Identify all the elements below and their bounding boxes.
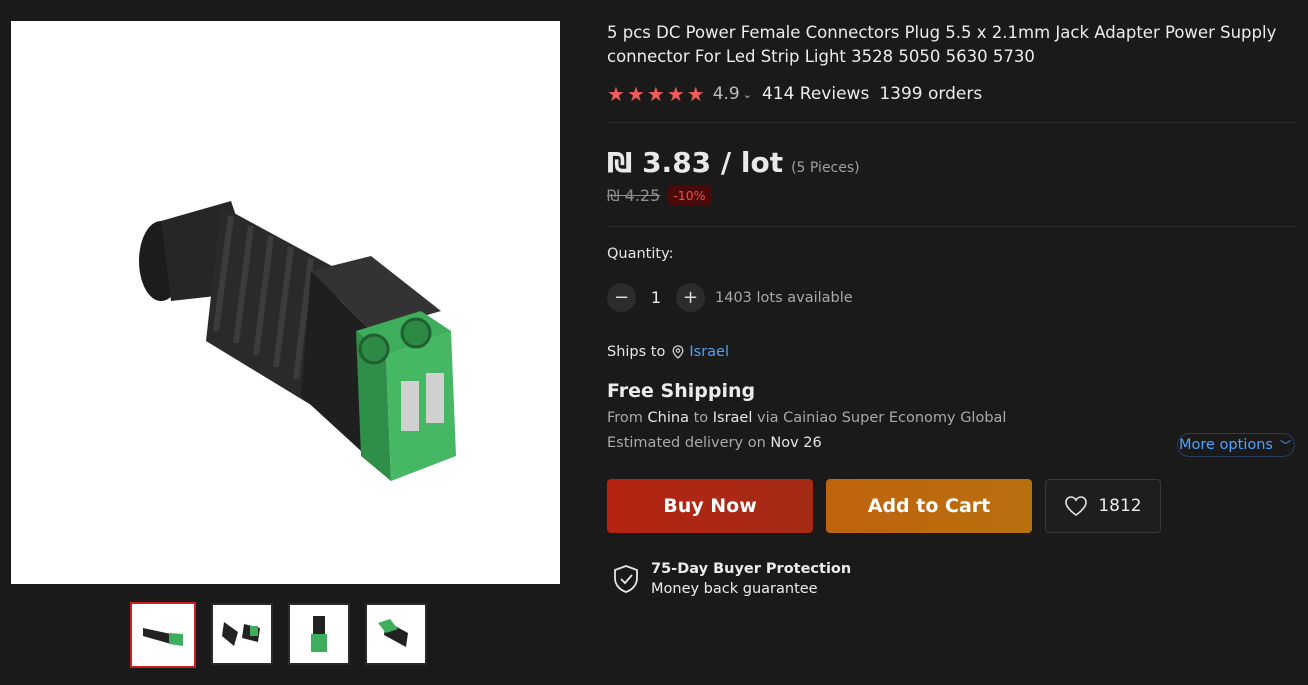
star-icon: ★ <box>626 82 645 106</box>
connector-angle-thumb-icon <box>378 619 408 647</box>
add-to-cart-button[interactable]: Add to Cart <box>826 479 1032 533</box>
route-to-country: Israel <box>712 410 753 426</box>
current-price: ₪ 3.83 / lot <box>607 146 784 179</box>
quantity-value[interactable]: 1 <box>636 288 676 307</box>
divider <box>607 122 1297 123</box>
rating-value[interactable]: 4.9 <box>713 84 740 104</box>
rating-stars: ★ ★ ★ ★ ★ <box>607 84 705 104</box>
original-price-row: ₪ 4.25 -10% <box>607 186 711 205</box>
shipping-title: Free Shipping <box>607 380 756 402</box>
more-options-label: More options <box>1179 437 1273 453</box>
thumbnail-strip <box>130 602 427 668</box>
discount-badge: -10% <box>668 186 711 205</box>
heart-icon <box>1065 496 1088 516</box>
location-pin-icon <box>672 345 684 359</box>
divider <box>607 226 1297 227</box>
eta-prefix: Estimated delivery on <box>607 435 771 451</box>
connector-pair-thumb-icon <box>222 622 260 646</box>
star-icon: ★ <box>607 82 625 106</box>
protection-subtitle: Money back guarantee <box>651 581 818 597</box>
quantity-stepper: − 1 + 1403 lots available <box>607 283 853 312</box>
price-note: (5 Pieces) <box>791 160 860 176</box>
quantity-label: Quantity: <box>607 246 674 262</box>
buy-now-button[interactable]: Buy Now <box>607 479 813 533</box>
connector-front-thumb-icon <box>311 616 327 652</box>
star-icon: ★ <box>646 82 665 106</box>
available-count: 1403 lots available <box>715 289 853 306</box>
orders-count: 1399 orders <box>879 84 983 104</box>
route-from-prefix: From <box>607 410 648 426</box>
dc-connector-image <box>139 201 456 481</box>
star-icon: ★ <box>666 82 685 106</box>
thumbnail-1[interactable] <box>130 602 196 668</box>
thumbnail-4[interactable] <box>365 603 427 665</box>
route-carrier: via Cainiao Super Economy Global <box>752 410 1007 426</box>
route-from-country: China <box>647 410 689 426</box>
protection-title: 75-Day Buyer Protection <box>651 561 852 577</box>
shield-check-icon <box>614 565 638 593</box>
price-row: ₪ 3.83 / lot (5 Pieces) <box>607 146 860 179</box>
chevron-down-icon[interactable]: ⌄ <box>743 88 752 101</box>
shipping-route: From China to Israel via Cainiao Super E… <box>607 410 1006 426</box>
main-product-image[interactable] <box>11 21 560 584</box>
more-options-button[interactable]: More options ﹀ <box>1177 433 1295 457</box>
product-title: 5 pcs DC Power Female Connectors Plug 5.… <box>607 23 1277 66</box>
star-icon: ★ <box>686 82 705 106</box>
plus-icon[interactable]: + <box>676 283 705 312</box>
ships-to-label: Ships to <box>607 344 666 360</box>
estimated-delivery: Estimated delivery on Nov 26 <box>607 435 822 451</box>
minus-icon[interactable]: − <box>607 283 636 312</box>
ship-country-link[interactable]: Israel <box>689 344 729 360</box>
reviews-link[interactable]: 414 Reviews <box>762 84 869 104</box>
original-price: ₪ 4.25 <box>607 186 661 205</box>
route-to-word: to <box>688 410 713 426</box>
wishlist-count: 1812 <box>1098 496 1142 516</box>
eta-date: Nov 26 <box>770 435 822 451</box>
chevron-down-icon: ﹀ <box>1279 439 1291 452</box>
ships-to-row: Ships to Israel <box>607 344 729 360</box>
thumbnail-2[interactable] <box>211 603 273 665</box>
buyer-protection[interactable]: 75-Day Buyer Protection Money back guara… <box>613 559 851 599</box>
connector-thumb-icon <box>143 628 183 646</box>
protection-text: 75-Day Buyer Protection Money back guara… <box>651 559 851 599</box>
thumbnail-3[interactable] <box>288 603 350 665</box>
wishlist-button[interactable]: 1812 <box>1045 479 1161 533</box>
rating-row: ★ ★ ★ ★ ★ 4.9 ⌄ 414 Reviews 1399 orders <box>607 84 982 104</box>
